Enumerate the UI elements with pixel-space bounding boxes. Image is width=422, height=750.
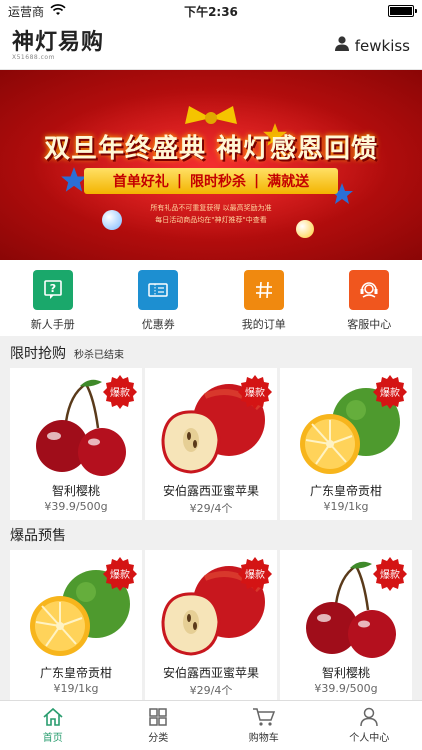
person-icon (360, 707, 378, 727)
product-price: ¥39.9/500g (314, 682, 378, 695)
logo-text: 神灯易购 (12, 28, 105, 55)
product-price: ¥19/1kg (323, 500, 369, 513)
question-icon: ? (32, 270, 73, 310)
coupon-icon (138, 270, 179, 310)
product-price: ¥29/4个 (189, 684, 233, 697)
badge-label: 爆款 (110, 568, 130, 581)
status-bar: 运营商 下午2:36 (0, 0, 422, 22)
hot-badge: 爆款 (103, 375, 137, 409)
banner-ribbon: 首单好礼 | 限时秒杀 | 满就送 (84, 168, 338, 194)
quick-nav-label: 优惠券 (141, 318, 175, 331)
section-title: 限时抢购 (10, 346, 66, 362)
app-header: 神灯易购 X51688.com fewkiss (0, 22, 422, 70)
tab-cart[interactable]: 购物车 (211, 701, 317, 750)
product-card[interactable]: 爆款 安伯露西亚蜜苹果 ¥29/4个 (145, 550, 277, 702)
quick-nav-coupons[interactable]: 优惠券 (118, 270, 198, 332)
grid-icon (149, 708, 167, 726)
product-name: 智利樱桃 (51, 484, 100, 498)
hot-badge: 爆款 (373, 375, 407, 409)
tab-home[interactable]: 首页 (0, 701, 106, 750)
flash-sale-header: 限时抢购 秒杀已结束 (0, 338, 422, 368)
section-subtitle: 秒杀已结束 (74, 349, 124, 361)
product-price: ¥39.9/500g (44, 500, 108, 513)
badge-label: 爆款 (380, 568, 400, 581)
svg-text:?: ? (50, 282, 56, 295)
flash-sale-row: 爆款 智利樱桃 ¥39.9/500g 爆款 安伯露西亚蜜苹果 ¥29/4个 爆款… (10, 368, 412, 520)
product-card[interactable]: 爆款 广东皇帝贡柑 ¥19/1kg (10, 550, 142, 702)
hot-badge: 爆款 (238, 375, 272, 409)
person-icon (334, 36, 349, 55)
banner-title: 双旦年终盛典 神灯感恩回馈 (43, 134, 379, 164)
product-card[interactable]: 爆款 广东皇帝贡柑 ¥19/1kg (280, 368, 412, 520)
tab-label: 购物车 (248, 733, 279, 744)
hot-badge: 爆款 (373, 557, 407, 591)
product-price: ¥29/4个 (189, 502, 233, 515)
badge-label: 爆款 (380, 386, 400, 399)
badge-label: 爆款 (110, 386, 130, 399)
quick-nav-newbie-guide[interactable]: ? 新人手册 (13, 270, 93, 332)
tab-category[interactable]: 分类 (106, 701, 212, 750)
banner-tag: 限时秒杀 (190, 174, 246, 190)
quick-nav: ? 新人手册 优惠券 我的订单 客服中心 (0, 260, 422, 336)
product-card[interactable]: 爆款 智利樱桃 ¥39.9/500g (10, 368, 142, 520)
hash-icon (243, 270, 284, 310)
banner-fine-print: 每日活动商品均在"神灯推荐"中查看 (155, 216, 267, 224)
headset-icon (349, 270, 390, 310)
product-price: ¥19/1kg (53, 682, 99, 695)
quick-nav-label: 我的订单 (241, 318, 286, 331)
quick-nav-my-orders[interactable]: 我的订单 (224, 270, 304, 332)
wifi-icon (50, 3, 66, 19)
section-title: 爆品预售 (10, 528, 66, 544)
presale-row: 爆款 广东皇帝贡柑 ¥19/1kg 爆款 安伯露西亚蜜苹果 ¥29/4个 爆款 … (10, 550, 412, 702)
cart-icon (252, 708, 275, 726)
promo-banner[interactable]: 双旦年终盛典 神灯感恩回馈 首单好礼 | 限时秒杀 | 满就送 所有礼品不可重复… (0, 70, 422, 260)
quick-nav-customer-service[interactable]: 客服中心 (329, 270, 409, 332)
badge-label: 爆款 (245, 386, 265, 399)
product-name: 广东皇帝贡柑 (309, 484, 382, 498)
user-menu[interactable]: fewkiss (334, 36, 410, 55)
banner-tag: 首单好礼 (112, 174, 169, 190)
tab-label: 分类 (148, 733, 169, 744)
tab-bar: 首页 分类 购物车 个人中心 (0, 700, 422, 750)
product-name: 智利樱桃 (321, 666, 370, 680)
gift-bow-icon (185, 106, 237, 124)
product-card[interactable]: 爆款 智利樱桃 ¥39.9/500g (280, 550, 412, 702)
product-name: 安伯露西亚蜜苹果 (162, 666, 259, 680)
logo-subtext: X51688.com (12, 53, 55, 61)
quick-nav-label: 新人手册 (30, 318, 75, 331)
tab-label: 首页 (42, 733, 63, 744)
home-icon (43, 707, 63, 726)
presale-header: 爆品预售 (0, 520, 422, 550)
battery-icon (388, 5, 417, 17)
product-name: 广东皇帝贡柑 (39, 666, 112, 680)
hot-badge: 爆款 (103, 557, 137, 591)
tab-label: 个人中心 (349, 733, 390, 744)
username: fewkiss (354, 36, 410, 55)
tab-profile[interactable]: 个人中心 (317, 701, 422, 750)
quick-nav-label: 客服中心 (347, 318, 392, 331)
carrier-label: 运营商 (8, 4, 45, 19)
product-card[interactable]: 爆款 安伯露西亚蜜苹果 ¥29/4个 (145, 368, 277, 520)
banner-tag: 满就送 (267, 174, 310, 190)
badge-label: 爆款 (245, 568, 265, 581)
logo[interactable]: 神灯易购 X51688.com (12, 31, 104, 61)
hot-badge: 爆款 (238, 557, 272, 591)
product-name: 安伯露西亚蜜苹果 (162, 484, 259, 498)
banner-fine-print: 所有礼品不可重复获得 以最高奖励为准 (150, 204, 272, 212)
